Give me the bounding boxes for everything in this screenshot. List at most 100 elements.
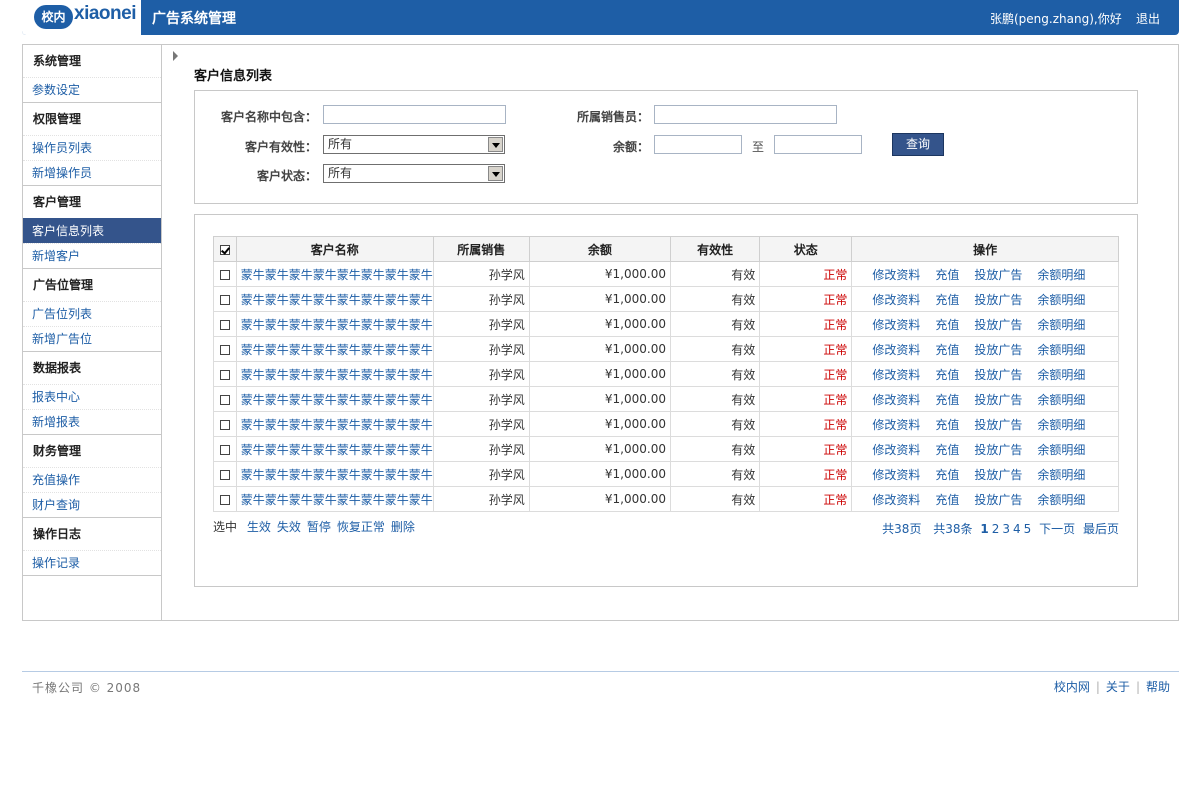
place-ad-link[interactable]: 投放广告 (974, 368, 1022, 382)
col-header-balance[interactable]: 余额 (528, 236, 671, 262)
customer-name-link[interactable]: 蒙牛蒙牛蒙牛蒙牛蒙牛蒙牛蒙牛蒙牛 (235, 311, 434, 337)
customer-name-link[interactable]: 蒙牛蒙牛蒙牛蒙牛蒙牛蒙牛蒙牛蒙牛 (235, 336, 434, 362)
pager-page-5[interactable]: 5 (1024, 522, 1032, 536)
balance-to-input[interactable] (774, 135, 862, 154)
balance-detail-link[interactable]: 余额明细 (1037, 368, 1085, 382)
pause-link[interactable]: 暂停 (307, 520, 331, 534)
status-select[interactable]: 所有 (323, 164, 505, 183)
customer-name-link[interactable]: 蒙牛蒙牛蒙牛蒙牛蒙牛蒙牛蒙牛蒙牛 (235, 361, 434, 387)
row-checkbox[interactable] (219, 369, 230, 380)
sidebar-item[interactable]: 操作记录 (23, 550, 161, 575)
pager-last[interactable]: 最后页 (1083, 522, 1119, 536)
sidebar-item[interactable]: 报表中心 (23, 384, 161, 409)
customer-name-link[interactable]: 蒙牛蒙牛蒙牛蒙牛蒙牛蒙牛蒙牛蒙牛 (235, 411, 434, 437)
recharge-link[interactable]: 充值 (935, 393, 959, 407)
balance-detail-link[interactable]: 余额明细 (1037, 493, 1085, 507)
balance-detail-link[interactable]: 余额明细 (1037, 393, 1085, 407)
balance-detail-link[interactable]: 余额明细 (1037, 343, 1085, 357)
place-ad-link[interactable]: 投放广告 (974, 418, 1022, 432)
recharge-link[interactable]: 充值 (935, 318, 959, 332)
customer-name-link[interactable]: 蒙牛蒙牛蒙牛蒙牛蒙牛蒙牛蒙牛蒙牛 (235, 461, 434, 487)
sidebar-item[interactable]: 新增报表 (23, 409, 161, 434)
pager-page-4[interactable]: 4 (1013, 522, 1021, 536)
row-checkbox[interactable] (219, 444, 230, 455)
select-all-checkbox[interactable] (219, 244, 230, 255)
recharge-link[interactable]: 充值 (935, 343, 959, 357)
logo[interactable]: 校内 xiaonei (22, 0, 141, 35)
edit-info-link[interactable]: 修改资料 (872, 393, 920, 407)
row-checkbox[interactable] (219, 319, 230, 330)
edit-info-link[interactable]: 修改资料 (872, 268, 920, 282)
col-header-status[interactable]: 状态 (759, 236, 853, 262)
edit-info-link[interactable]: 修改资料 (872, 293, 920, 307)
sidebar-item[interactable]: 新增广告位 (23, 326, 161, 351)
row-checkbox[interactable] (219, 269, 230, 280)
dropdown-arrow-icon[interactable] (488, 166, 503, 181)
sidebar-item[interactable]: 新增客户 (23, 243, 161, 268)
row-checkbox[interactable] (219, 494, 230, 505)
edit-info-link[interactable]: 修改资料 (872, 493, 920, 507)
deactivate-link[interactable]: 失效 (277, 520, 301, 534)
customer-name-input[interactable] (323, 105, 506, 124)
edit-info-link[interactable]: 修改资料 (872, 418, 920, 432)
place-ad-link[interactable]: 投放广告 (974, 468, 1022, 482)
pager-next[interactable]: 下一页 (1039, 522, 1075, 536)
edit-info-link[interactable]: 修改资料 (872, 368, 920, 382)
balance-detail-link[interactable]: 余额明细 (1037, 318, 1085, 332)
place-ad-link[interactable]: 投放广告 (974, 443, 1022, 457)
footer-link-xiaonei[interactable]: 校内网 (1054, 680, 1090, 694)
recharge-link[interactable]: 充值 (935, 493, 959, 507)
customer-name-link[interactable]: 蒙牛蒙牛蒙牛蒙牛蒙牛蒙牛蒙牛蒙牛 (235, 436, 434, 462)
balance-detail-link[interactable]: 余额明细 (1037, 443, 1085, 457)
sidebar-item[interactable]: 充值操作 (23, 467, 161, 492)
sidebar-item[interactable]: 广告位列表 (23, 301, 161, 326)
row-checkbox[interactable] (219, 344, 230, 355)
pager-page-2[interactable]: 2 (992, 522, 1000, 536)
sidebar-item[interactable]: 财户查询 (23, 492, 161, 517)
sidebar-item[interactable]: 客户信息列表 (23, 218, 161, 243)
sidebar-item[interactable]: 参数设定 (23, 77, 161, 102)
sales-input[interactable] (654, 105, 837, 124)
col-header-validity[interactable]: 有效性 (669, 236, 761, 262)
footer-link-about[interactable]: 关于 (1106, 680, 1130, 694)
balance-detail-link[interactable]: 余额明细 (1037, 418, 1085, 432)
balance-detail-link[interactable]: 余额明细 (1037, 268, 1085, 282)
activate-link[interactable]: 生效 (247, 520, 271, 534)
pager-page-3[interactable]: 3 (1002, 522, 1010, 536)
footer-link-help[interactable]: 帮助 (1146, 680, 1170, 694)
recharge-link[interactable]: 充值 (935, 418, 959, 432)
sidebar-item[interactable]: 新增操作员 (23, 160, 161, 185)
row-checkbox[interactable] (219, 469, 230, 480)
logout-link[interactable]: 退出 (1136, 10, 1160, 27)
delete-link[interactable]: 删除 (391, 520, 415, 534)
balance-detail-link[interactable]: 余额明细 (1037, 293, 1085, 307)
customer-name-link[interactable]: 蒙牛蒙牛蒙牛蒙牛蒙牛蒙牛蒙牛蒙牛 (235, 486, 434, 512)
recharge-link[interactable]: 充值 (935, 268, 959, 282)
col-header-sales[interactable]: 所属销售 (432, 236, 530, 262)
col-header-name[interactable]: 客户名称 (235, 236, 434, 262)
row-checkbox[interactable] (219, 294, 230, 305)
sidebar-item[interactable]: 操作员列表 (23, 135, 161, 160)
customer-name-link[interactable]: 蒙牛蒙牛蒙牛蒙牛蒙牛蒙牛蒙牛蒙牛 (235, 261, 434, 287)
place-ad-link[interactable]: 投放广告 (974, 493, 1022, 507)
recharge-link[interactable]: 充值 (935, 368, 959, 382)
customer-name-link[interactable]: 蒙牛蒙牛蒙牛蒙牛蒙牛蒙牛蒙牛蒙牛 (235, 386, 434, 412)
place-ad-link[interactable]: 投放广告 (974, 268, 1022, 282)
place-ad-link[interactable]: 投放广告 (974, 293, 1022, 307)
pager-page-1[interactable]: 1 (980, 522, 988, 536)
customer-name-link[interactable]: 蒙牛蒙牛蒙牛蒙牛蒙牛蒙牛蒙牛蒙牛 (235, 286, 434, 312)
recharge-link[interactable]: 充值 (935, 293, 959, 307)
balance-from-input[interactable] (654, 135, 742, 154)
row-checkbox[interactable] (219, 394, 230, 405)
edit-info-link[interactable]: 修改资料 (872, 443, 920, 457)
restore-link[interactable]: 恢复正常 (337, 520, 385, 534)
edit-info-link[interactable]: 修改资料 (872, 468, 920, 482)
dropdown-arrow-icon[interactable] (488, 137, 503, 152)
edit-info-link[interactable]: 修改资料 (872, 343, 920, 357)
validity-select[interactable]: 所有 (323, 135, 505, 154)
place-ad-link[interactable]: 投放广告 (974, 318, 1022, 332)
query-button[interactable]: 查询 (892, 133, 944, 156)
edit-info-link[interactable]: 修改资料 (872, 318, 920, 332)
place-ad-link[interactable]: 投放广告 (974, 393, 1022, 407)
recharge-link[interactable]: 充值 (935, 468, 959, 482)
